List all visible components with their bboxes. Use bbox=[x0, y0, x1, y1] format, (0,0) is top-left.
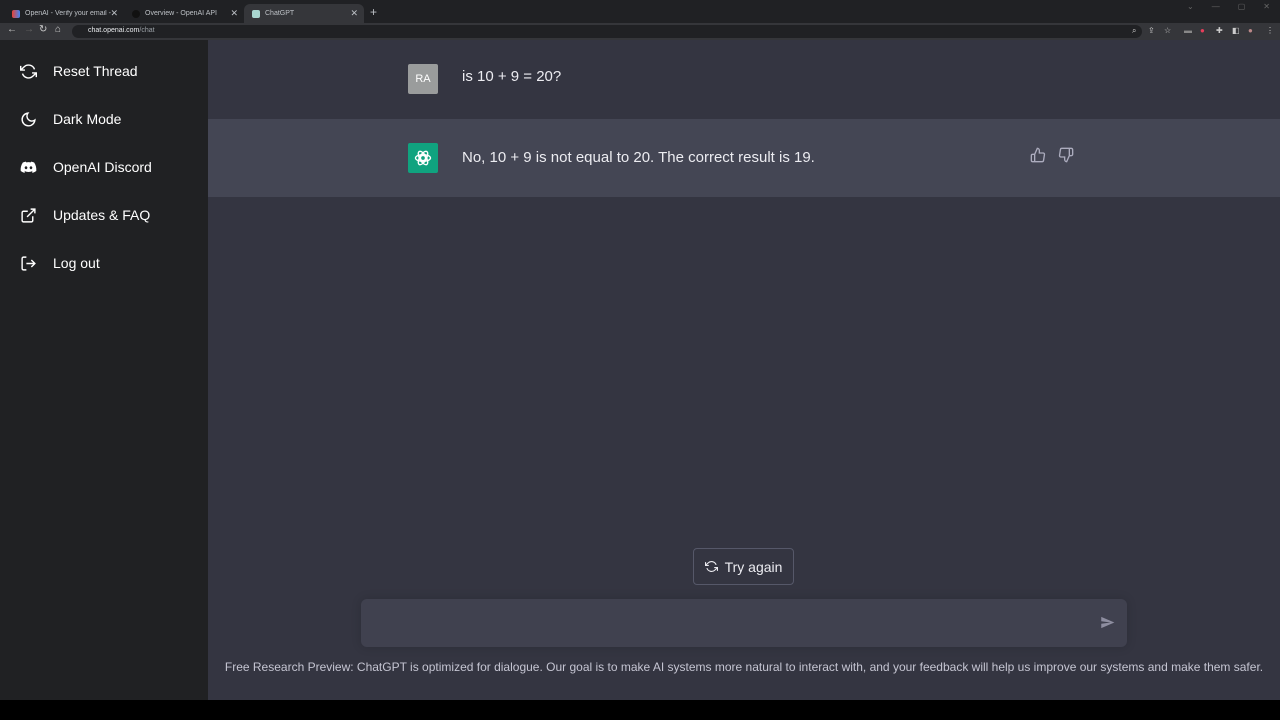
browser-tab[interactable]: Overview - OpenAI API ✕ bbox=[124, 4, 244, 23]
puzzle-icon[interactable]: ✚ bbox=[1216, 26, 1223, 35]
minimize-icon[interactable]: — bbox=[1212, 2, 1220, 11]
close-tab-icon[interactable]: ✕ bbox=[230, 8, 238, 19]
user-avatar: RA bbox=[408, 64, 438, 94]
close-tab-icon[interactable]: ✕ bbox=[110, 8, 118, 19]
assistant-message-text: No, 10 + 9 is not equal to 20. The corre… bbox=[462, 149, 815, 166]
try-again-button[interactable]: Try again bbox=[693, 548, 794, 585]
reload-icon[interactable]: ↻ bbox=[39, 24, 47, 35]
back-icon[interactable]: ← bbox=[7, 24, 17, 35]
maximize-icon[interactable]: ▢ bbox=[1238, 2, 1246, 11]
refresh-icon bbox=[20, 63, 37, 79]
sidebar-item-updates-faq[interactable]: Updates & FAQ bbox=[0, 191, 208, 239]
sidebar-item-dark-mode[interactable]: Dark Mode bbox=[0, 95, 208, 143]
assistant-message-row: No, 10 + 9 is not equal to 20. The corre… bbox=[208, 119, 1280, 197]
refresh-icon bbox=[704, 561, 718, 572]
message-input[interactable] bbox=[361, 599, 1127, 647]
moon-icon bbox=[21, 111, 36, 126]
new-tab-button[interactable]: + bbox=[370, 5, 377, 19]
extension-icon[interactable]: ▬ bbox=[1184, 26, 1192, 35]
forward-icon[interactable]: → bbox=[24, 24, 34, 35]
footer-disclaimer: Free Research Preview: ChatGPT is optimi… bbox=[224, 660, 1264, 674]
menu-icon[interactable]: ⋮ bbox=[1266, 26, 1274, 35]
close-window-icon[interactable]: ✕ bbox=[1263, 2, 1270, 11]
send-icon[interactable] bbox=[1100, 615, 1115, 630]
browser-tab[interactable]: OpenAI - Verify your email - rali...✕ bbox=[4, 4, 124, 23]
close-tab-icon[interactable]: ✕ bbox=[350, 8, 358, 19]
user-message-row: RA is 10 + 9 = 20? bbox=[208, 40, 1280, 119]
thumbs-up-icon[interactable] bbox=[1030, 147, 1046, 163]
share-icon[interactable]: ⇪ bbox=[1148, 26, 1155, 35]
openai-icon bbox=[132, 9, 140, 18]
pinterest-icon[interactable]: ● bbox=[1200, 26, 1205, 35]
logout-icon bbox=[21, 255, 36, 271]
sidebar-item-discord[interactable]: OpenAI Discord bbox=[0, 143, 208, 191]
thumbs-down-icon[interactable] bbox=[1058, 147, 1074, 163]
profile-avatar[interactable]: ● bbox=[1248, 26, 1253, 35]
gmail-icon bbox=[12, 9, 20, 18]
url-input[interactable]: chat.openai.com/chat bbox=[72, 25, 1142, 38]
sidebar-item-log-out[interactable]: Log out bbox=[0, 239, 208, 287]
tab-search-icon[interactable]: ⌄ bbox=[1187, 2, 1194, 11]
browser-tab-bar: OpenAI - Verify your email - rali...✕ Ov… bbox=[0, 0, 1280, 23]
home-icon[interactable]: ⌂ bbox=[55, 24, 61, 35]
chat-main: RA is 10 + 9 = 20? No, 10 + 9 is not equ… bbox=[208, 40, 1280, 700]
address-bar-row: ← → ↻ ⌂ chat.openai.com/chat ⌕ ⇪ ☆ ▬ ● ✚… bbox=[0, 23, 1280, 40]
chatgpt-logo-icon bbox=[408, 143, 438, 173]
browser-tab-active[interactable]: ChatGPT ✕ bbox=[244, 4, 364, 23]
sidebar: Reset Thread Dark Mode OpenAI Discord Up… bbox=[0, 40, 208, 700]
user-message-text: is 10 + 9 = 20? bbox=[462, 68, 562, 85]
chatgpt-icon bbox=[252, 9, 260, 18]
star-icon[interactable]: ☆ bbox=[1164, 26, 1171, 35]
sidepanel-icon[interactable]: ◧ bbox=[1232, 26, 1240, 35]
sidebar-item-reset-thread[interactable]: Reset Thread bbox=[0, 47, 208, 95]
discord-icon bbox=[20, 161, 37, 173]
zoom-icon[interactable]: ⌕ bbox=[1132, 26, 1136, 36]
external-link-icon bbox=[21, 207, 36, 223]
